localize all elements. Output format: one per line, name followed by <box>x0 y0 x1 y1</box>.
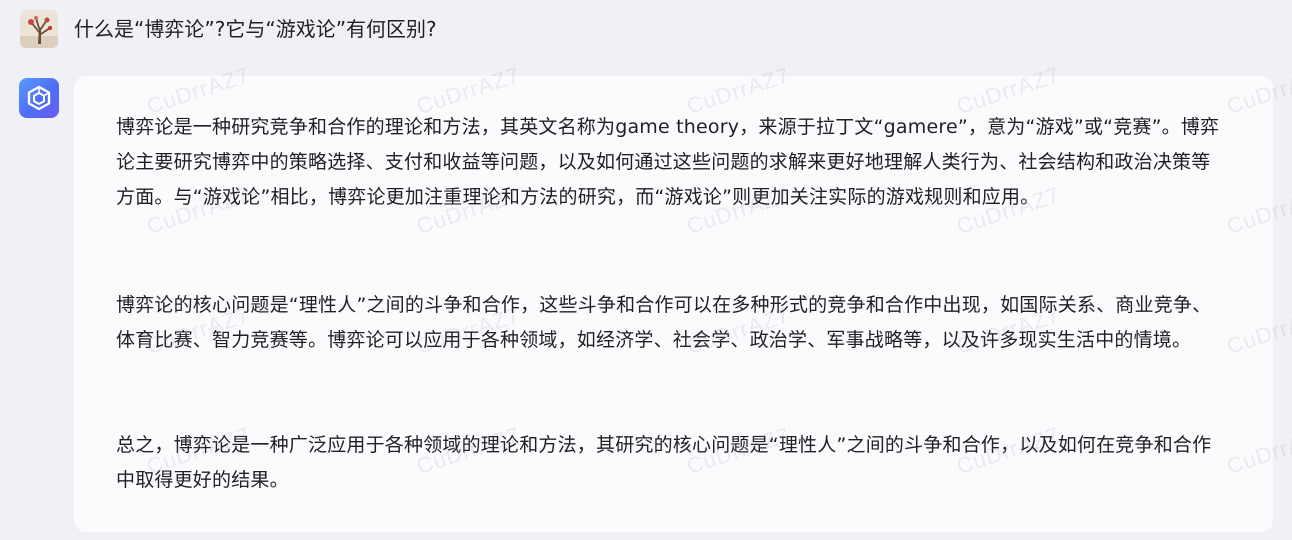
bot-cube-icon <box>27 85 51 111</box>
user-message: 什么是“博弈论”?它与“游戏论”有何区别? <box>20 9 437 49</box>
user-avatar-photo-icon <box>20 10 58 48</box>
answer-paragraph: 博弈论是一种研究竞争和合作的理论和方法，其英文名称为game theory，来源… <box>116 116 1220 208</box>
assistant-answer-card: 博弈论是一种研究竞争和合作的理论和方法，其英文名称为game theory，来源… <box>74 76 1273 532</box>
user-avatar[interactable] <box>20 10 58 48</box>
bot-avatar[interactable] <box>19 78 59 118</box>
user-question-text: 什么是“博弈论”?它与“游戏论”有何区别? <box>74 17 437 41</box>
answer-paragraph: 总之，博弈论是一种广泛应用于各种领域的理论和方法，其研究的核心问题是“理性人”之… <box>116 434 1212 491</box>
answer-paragraph: 博弈论的核心问题是“理性人”之间的斗争和合作，这些斗争和合作可以在多种形式的竞争… <box>116 294 1212 351</box>
